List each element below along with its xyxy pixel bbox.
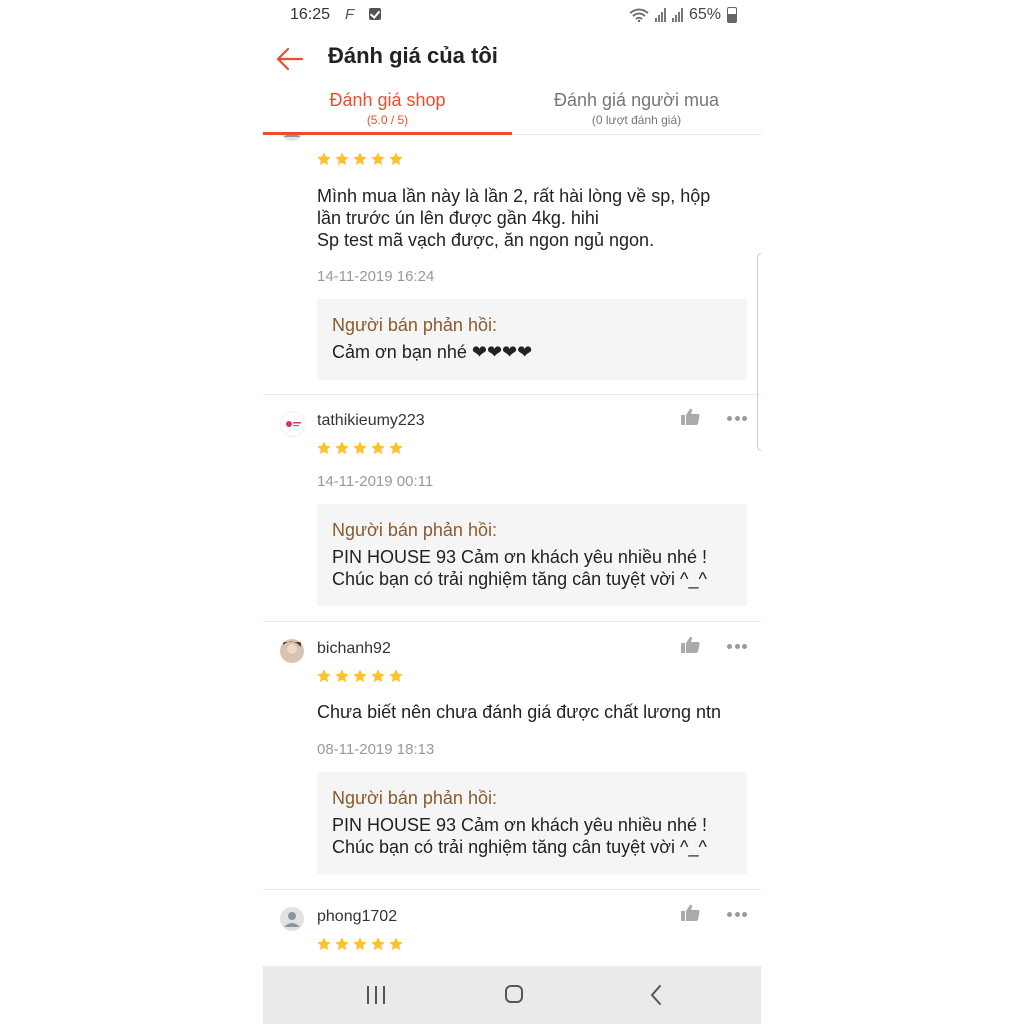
more-options-icon[interactable] (727, 416, 747, 422)
star-icon (371, 937, 385, 951)
star-icon (335, 669, 349, 683)
seller-reply: Người bán phản hồi: PIN HOUSE 93 Cảm ơn … (317, 772, 747, 874)
star-icon (353, 937, 367, 951)
user-avatar-icon (284, 135, 300, 137)
star-rating (316, 151, 404, 167)
reply-line: Chúc bạn có trải nghiệm tăng cân tuyệt v… (332, 569, 707, 589)
star-icon (389, 669, 403, 683)
star-rating (316, 936, 404, 952)
review-username: bichanh92 (317, 640, 391, 657)
nav-back-icon[interactable] (649, 984, 663, 1006)
star-icon (353, 152, 367, 166)
review-item: Mình mua lần này là lần 2, rất hài lòng … (263, 135, 761, 395)
back-arrow-icon[interactable] (275, 44, 305, 74)
seller-reply-label: Người bán phản hồi: (332, 788, 497, 808)
star-icon (317, 441, 331, 455)
status-right: 65% (629, 6, 737, 24)
seller-reply-text: PIN HOUSE 93 Cảm ơn khách yêu nhiều nhé … (332, 814, 707, 858)
tab-buyer-reviews[interactable]: Đánh giá người mua (0 lượt đánh giá) (512, 86, 761, 134)
comment-line: Chưa biết nên chưa đánh giá được chất lư… (317, 702, 722, 722)
review-item: bichanh92 Chưa biết nên chưa đánh giá đư… (263, 622, 761, 890)
notification-f-icon: F (345, 6, 355, 23)
signal-icon-2 (671, 8, 683, 22)
review-username: tathikieumy223 (317, 412, 425, 429)
signal-icon (654, 8, 666, 22)
seller-reply: Người bán phản hồi: PIN HOUSE 93 Cảm ơn … (317, 504, 747, 606)
seller-reply: Người bán phản hồi: Cảm ơn bạn nhé ❤❤❤❤ (317, 299, 747, 380)
seller-reply-label: Người bán phản hồi: (332, 315, 497, 335)
thumbs-up-icon[interactable] (681, 408, 701, 426)
seller-reply-label: Người bán phản hồi: (332, 520, 497, 540)
review-item: phong1702 (263, 890, 761, 966)
more-options-icon[interactable] (727, 644, 747, 650)
status-bar: 16:25 F 65% (263, 0, 761, 34)
review-comment: Mình mua lần này là lần 2, rất hài lòng … (317, 185, 747, 251)
tab-shop-reviews[interactable]: Đánh giá shop (5.0 / 5) (263, 86, 512, 134)
user-avatar-icon (284, 912, 300, 927)
home-icon[interactable] (505, 985, 523, 1003)
review-date: 14-11-2019 16:24 (317, 268, 435, 285)
star-icon (353, 441, 367, 455)
more-options-icon[interactable] (727, 912, 747, 918)
seller-reply-text: Cảm ơn bạn nhé ❤❤❤❤ (332, 341, 532, 363)
recent-apps-icon[interactable] (367, 986, 385, 1004)
battery-icon (727, 7, 737, 23)
phone-screen: 16:25 F 65% Đánh giá của tôi Đánh giá sh… (263, 0, 761, 1024)
system-nav-bar (263, 966, 761, 1024)
avatar (280, 639, 304, 663)
star-icon (317, 937, 331, 951)
comment-line: Mình mua lần này là lần 2, rất hài lòng … (317, 186, 711, 206)
tab-label: Đánh giá shop (329, 90, 446, 110)
user-photo-avatar-icon (283, 641, 301, 654)
tab-bar: Đánh giá shop (5.0 / 5) Đánh giá người m… (263, 86, 761, 135)
comment-line: Sp test mã vạch được, ăn ngon ngủ ngon. (317, 230, 655, 250)
notification-check-icon (369, 8, 381, 20)
star-icon (353, 669, 367, 683)
star-icon (389, 152, 403, 166)
thumbs-up-icon[interactable] (681, 904, 701, 922)
star-icon (371, 441, 385, 455)
seller-reply-text: PIN HOUSE 93 Cảm ơn khách yêu nhiều nhé … (332, 546, 707, 590)
comment-line: lần trước ún lên được gần 4kg. hihi (317, 208, 599, 228)
shop-logo-avatar-icon (286, 421, 301, 427)
review-comment: Chưa biết nên chưa đánh giá được chất lư… (317, 701, 747, 723)
review-date: 14-11-2019 00:11 (317, 473, 434, 490)
avatar (280, 135, 304, 141)
app-bar: Đánh giá của tôi (263, 34, 761, 86)
reply-line: Cảm ơn bạn nhé ❤❤❤❤ (332, 342, 533, 362)
review-date: 08-11-2019 18:13 (317, 741, 435, 758)
review-list[interactable]: Mình mua lần này là lần 2, rất hài lòng … (263, 135, 761, 966)
reply-line: Chúc bạn có trải nghiệm tăng cân tuyệt v… (332, 837, 707, 857)
star-icon (335, 152, 349, 166)
battery-percent: 65% (688, 6, 721, 23)
wifi-icon (629, 8, 649, 22)
avatar (280, 907, 304, 931)
star-icon (317, 152, 331, 166)
star-icon (389, 937, 403, 951)
star-icon (389, 441, 403, 455)
star-icon (335, 937, 349, 951)
star-rating (316, 440, 404, 456)
tab-sub: (0 lượt đánh giá) (591, 113, 682, 127)
star-icon (335, 441, 349, 455)
status-time: 16:25 (290, 6, 331, 23)
reply-line: PIN HOUSE 93 Cảm ơn khách yêu nhiều nhé … (332, 547, 707, 567)
tab-sub: (5.0 / 5) (366, 113, 409, 127)
star-icon (317, 669, 331, 683)
tab-label: Đánh giá người mua (554, 90, 719, 110)
page-title: Đánh giá của tôi (328, 43, 498, 68)
star-icon (371, 669, 385, 683)
star-icon (371, 152, 385, 166)
review-item: tathikieumy223 14-11-2019 00:11 Người bá… (263, 394, 761, 622)
star-rating (316, 668, 404, 684)
avatar (280, 411, 306, 437)
reply-line: PIN HOUSE 93 Cảm ơn khách yêu nhiều nhé … (332, 815, 707, 835)
thumbs-up-icon[interactable] (681, 636, 701, 654)
review-username: phong1702 (317, 908, 398, 925)
